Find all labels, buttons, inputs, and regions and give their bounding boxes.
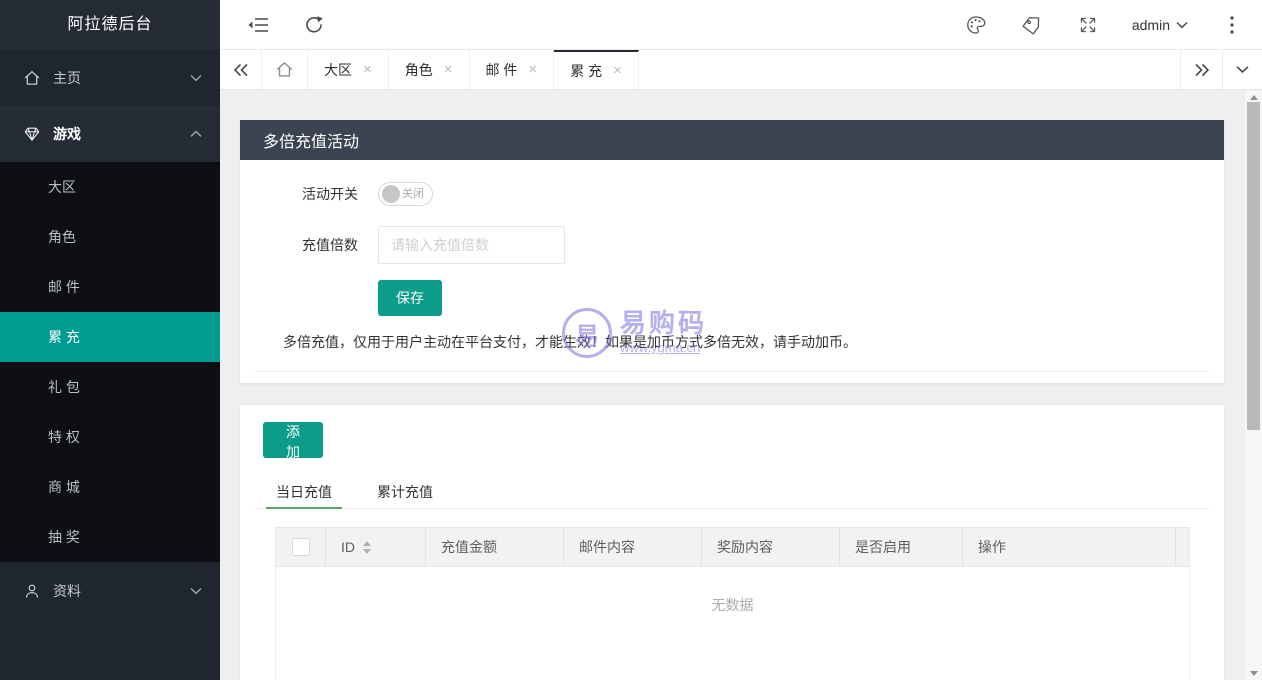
panel-divider (255, 371, 1209, 372)
chevron-down-icon (190, 74, 202, 82)
chevron-down-icon (190, 587, 202, 595)
tab-label: 邮 件 (485, 61, 518, 78)
close-icon[interactable]: × (363, 62, 372, 77)
tab-daily-recharge[interactable]: 当日充值 (266, 475, 342, 509)
home-icon (276, 62, 293, 77)
tabs-menu-icon[interactable] (1222, 50, 1262, 89)
select-all-cell (276, 528, 326, 566)
vertical-scrollbar (1245, 90, 1262, 680)
gem-icon (22, 124, 42, 144)
fullscreen-icon[interactable] (1076, 13, 1100, 37)
sidebar-item-juese[interactable]: 角色 (0, 212, 220, 262)
add-button[interactable]: 添加 (263, 422, 323, 460)
sidebar-item-home[interactable]: 主页 (0, 50, 220, 106)
sidebar-item-label: 资料 (53, 583, 81, 599)
recharge-list-panel: 添加 当日充值 累计充值 ID 充值金额 邮件内容 奖励内容 是否启用 操作 无… (240, 405, 1224, 680)
close-icon[interactable]: × (528, 62, 537, 77)
user-menu[interactable]: admin (1132, 17, 1188, 33)
header-label: ID (341, 539, 355, 555)
content-area: 多倍充值活动 活动开关 关闭 充值倍数 保存 多倍充值，仅用于用户主动在平台支付… (220, 90, 1245, 680)
app-title: 阿拉德后台 (0, 0, 220, 50)
scrollbar-down-icon[interactable] (1245, 666, 1262, 680)
sidebar-item-choujiang[interactable]: 抽 奖 (0, 512, 220, 562)
sidebar-item-tequan[interactable]: 特 权 (0, 412, 220, 462)
sort-icon[interactable] (363, 540, 371, 554)
tabbar-spacer (639, 50, 1180, 89)
empty-state: 无数据 (711, 597, 754, 613)
sidebar: 阿拉德后台 主页 游戏 大区 角色 邮 件 累 充 礼 包 特 权 商 城 抽 … (0, 0, 220, 680)
recharge-note: 多倍充值，仅用于用户主动在平台支付，才能生效！如果是加币方式多倍无效，请手动加币… (283, 334, 857, 350)
home-icon (22, 68, 42, 88)
tabs-scroll-right-icon[interactable] (1180, 50, 1222, 89)
sidebar-submenu: 大区 角色 邮 件 累 充 礼 包 特 权 商 城 抽 奖 (0, 162, 220, 562)
header-filler (1176, 528, 1189, 566)
tab-total-recharge[interactable]: 累计充值 (367, 475, 443, 508)
sidebar-item-leichong[interactable]: 累 充 (0, 312, 220, 362)
close-icon[interactable]: × (613, 63, 622, 78)
tab-label: 角色 (404, 61, 433, 78)
more-options-icon[interactable] (1220, 13, 1244, 37)
tab-home[interactable] (262, 50, 308, 89)
multiplier-row: 充值倍数 (240, 226, 1224, 264)
topbar: admin (220, 0, 1262, 50)
scrollbar-thumb[interactable] (1247, 102, 1260, 430)
tab-daqu[interactable]: 大区 × (308, 50, 389, 89)
sidebar-item-daqu[interactable]: 大区 (0, 162, 220, 212)
toggle-knob (382, 185, 400, 203)
header-amount: 充值金额 (426, 528, 564, 566)
recharge-table: ID 充值金额 邮件内容 奖励内容 是否启用 操作 无数据 (275, 527, 1190, 680)
theme-palette-icon[interactable] (964, 13, 988, 37)
activity-switch-toggle[interactable]: 关闭 (378, 182, 433, 206)
header-reward: 奖励内容 (702, 528, 840, 566)
tabbar: 大区 × 角色 × 邮 件 × 累 充 × (220, 50, 1262, 90)
sidebar-item-label: 主页 (53, 70, 81, 86)
panel-title: 多倍充值活动 (240, 120, 1224, 160)
user-icon (22, 581, 42, 601)
tab-leichong[interactable]: 累 充 × (554, 50, 639, 89)
sidebar-item-youjian[interactable]: 邮 件 (0, 262, 220, 312)
username: admin (1131, 16, 1170, 33)
header-mail: 邮件内容 (564, 528, 702, 566)
tab-youjian[interactable]: 邮 件 × (470, 50, 555, 89)
save-button[interactable]: 保存 (378, 280, 442, 316)
table-body: 无数据 (275, 567, 1190, 680)
save-row: 保存 (240, 280, 1224, 316)
sidebar-item-shangcheng[interactable]: 商 城 (0, 462, 220, 512)
app-root: 阿拉德后台 主页 游戏 大区 角色 邮 件 累 充 礼 包 特 权 商 城 抽 … (0, 0, 1262, 680)
toggle-state-label: 关闭 (402, 188, 424, 200)
tag-icon[interactable] (1020, 13, 1044, 37)
tab-label: 累 充 (570, 62, 603, 79)
close-icon[interactable]: × (444, 62, 453, 77)
sidebar-item-libao[interactable]: 礼 包 (0, 362, 220, 412)
sidebar-item-label: 游戏 (53, 126, 81, 142)
tab-juese[interactable]: 角色 × (389, 50, 470, 89)
tabs-scroll-left-icon[interactable] (220, 50, 262, 89)
multiplier-label: 充值倍数 (302, 237, 358, 253)
table-header-row: ID 充值金额 邮件内容 奖励内容 是否启用 操作 (275, 527, 1190, 567)
sidebar-item-profile[interactable]: 资料 (0, 562, 220, 620)
sidebar-item-game[interactable]: 游戏 (0, 106, 220, 162)
collapse-sidebar-icon[interactable] (246, 13, 270, 37)
activity-switch-row: 活动开关 关闭 (240, 182, 1224, 206)
header-enabled: 是否启用 (840, 528, 963, 566)
header-actions: 操作 (963, 528, 1176, 566)
tab-label: 大区 (324, 61, 352, 78)
header-id[interactable]: ID (326, 528, 426, 566)
recharge-tabs: 当日充值 累计充值 (255, 475, 1209, 509)
select-all-checkbox[interactable] (291, 538, 310, 556)
multi-recharge-panel: 多倍充值活动 活动开关 关闭 充值倍数 保存 多倍充值，仅用于用户主动在平台支付… (240, 120, 1224, 383)
chevron-down-icon (1176, 21, 1188, 28)
refresh-icon[interactable] (302, 13, 326, 37)
chevron-up-icon (190, 130, 202, 138)
multiplier-input[interactable] (378, 226, 565, 264)
activity-switch-label: 活动开关 (302, 186, 358, 202)
